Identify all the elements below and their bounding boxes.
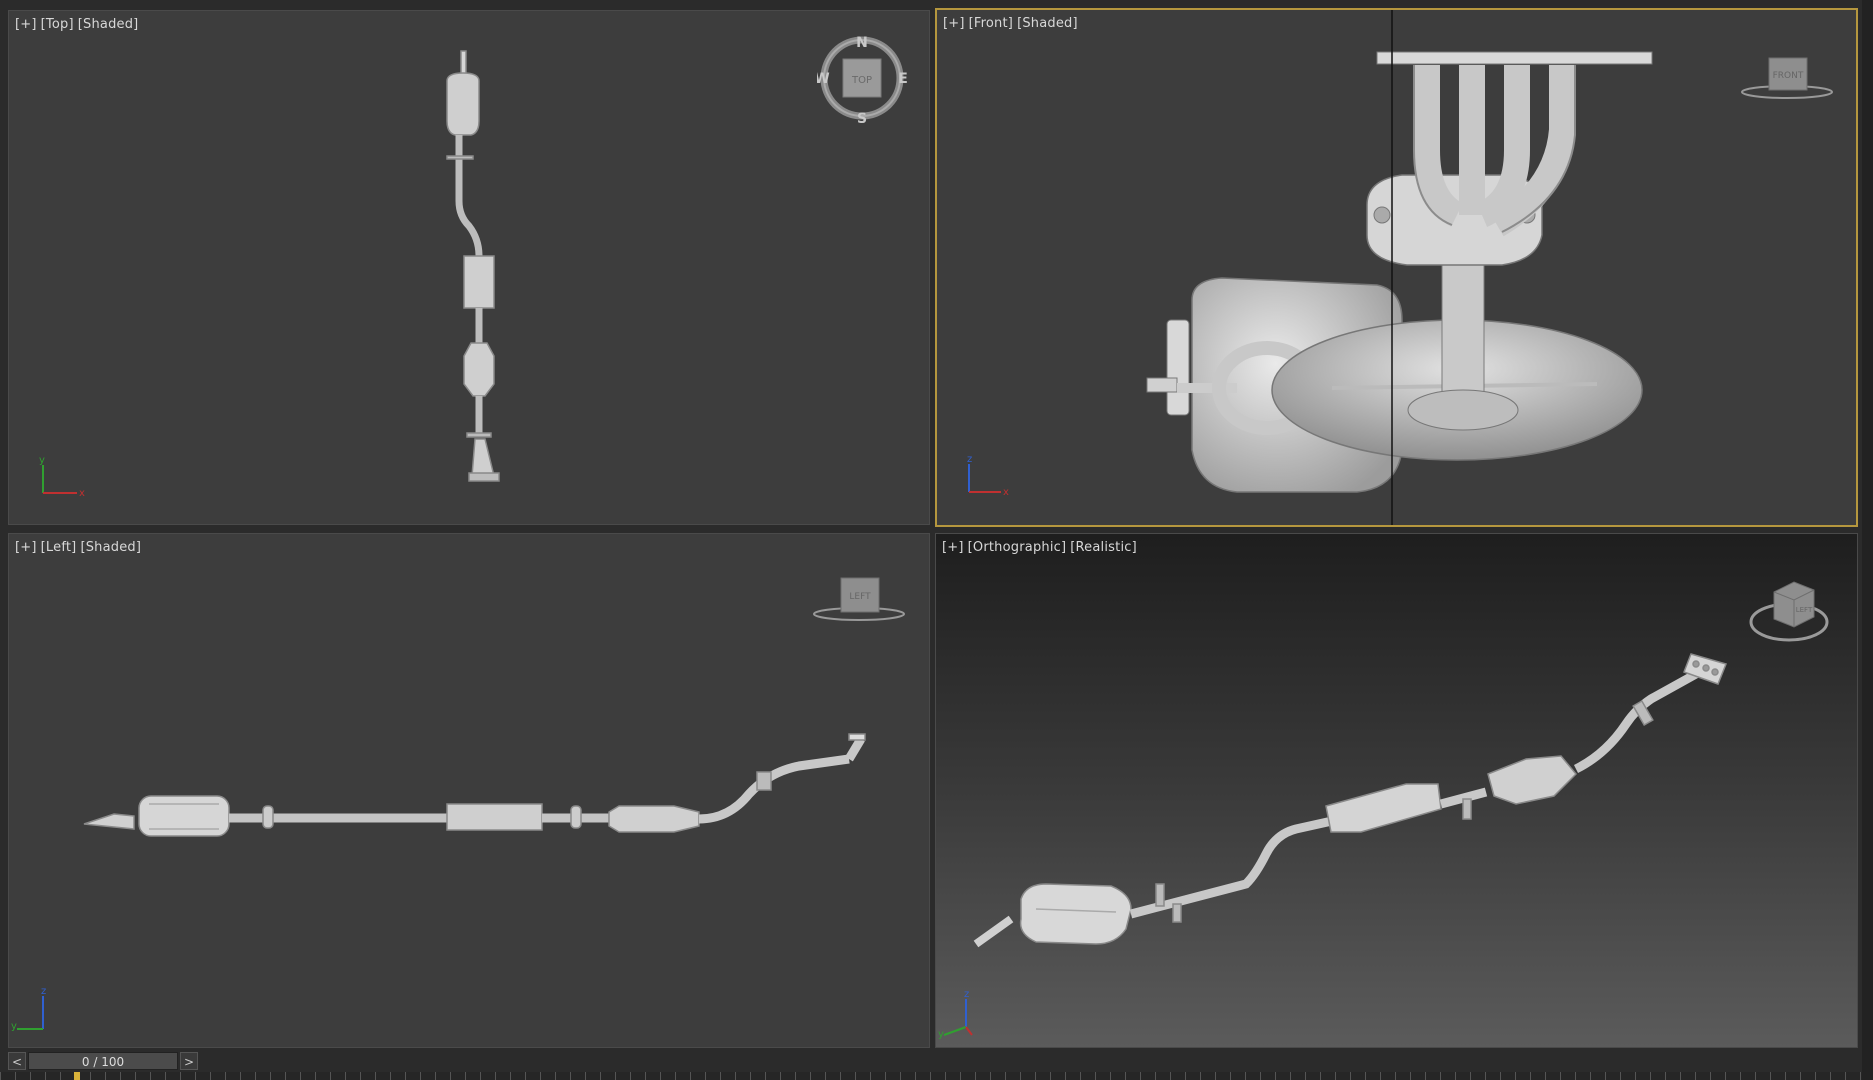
exhaust-model-top[interactable] [9, 11, 930, 525]
command-panel-edge [1862, 0, 1873, 1080]
axis-tripod: z y [938, 979, 998, 1040]
axis-tripod: z x [957, 450, 1017, 500]
axis-x-label: x [1003, 487, 1009, 498]
axis-tripod: y x [31, 451, 91, 501]
axis-y-label: y [11, 1021, 17, 1032]
exhaust-model-left[interactable] [9, 534, 930, 1048]
axis-y-label: y [39, 455, 45, 466]
viewcube-face-label: FRONT [1773, 71, 1804, 81]
axis-x-label: x [79, 488, 85, 499]
exhaust-model-front[interactable] [937, 10, 1856, 525]
viewport-front[interactable]: [+] [Front] [Shaded] FRONT z x [935, 8, 1858, 527]
next-frame-button[interactable]: > [180, 1052, 198, 1070]
compass-east-label: E [898, 71, 907, 87]
axis-tripod: z y [11, 974, 71, 1034]
prev-frame-button[interactable]: < [8, 1052, 26, 1070]
viewcube-face-label: LEFT [849, 592, 871, 602]
compass-west-label: W [817, 71, 830, 87]
viewcube[interactable]: LEFT [809, 574, 909, 634]
viewcube-face-label: TOP [851, 75, 872, 86]
track-bar[interactable] [0, 1072, 1873, 1080]
axis-z-label: z [964, 989, 969, 1000]
axis-z-label: z [967, 454, 972, 465]
axis-y-label: y [938, 1029, 944, 1039]
viewcube-face-label: LEFT [1796, 606, 1813, 614]
frame-slider[interactable]: 0 / 100 [28, 1052, 178, 1070]
viewport-orthographic[interactable]: [+] [Orthographic] [Realistic] LEFT z y [935, 533, 1858, 1048]
compass-north-label: N [856, 35, 868, 51]
time-slider[interactable]: < 0 / 100 > [8, 1052, 1858, 1072]
viewcube[interactable]: LEFT [1744, 572, 1834, 652]
compass-south-label: S [857, 111, 867, 123]
viewport-left[interactable]: [+] [Left] [Shaded] LEFT z y [8, 533, 930, 1048]
time-marker[interactable] [74, 1072, 80, 1080]
viewport-top[interactable]: [+][Top][Shaded] TOP N S E W [8, 10, 930, 525]
axis-z-label: z [41, 986, 46, 997]
viewcube-compass[interactable]: TOP N S E W [814, 33, 908, 127]
exhaust-model-orthographic[interactable] [936, 534, 1858, 1048]
viewcube[interactable]: FRONT [1737, 52, 1837, 112]
